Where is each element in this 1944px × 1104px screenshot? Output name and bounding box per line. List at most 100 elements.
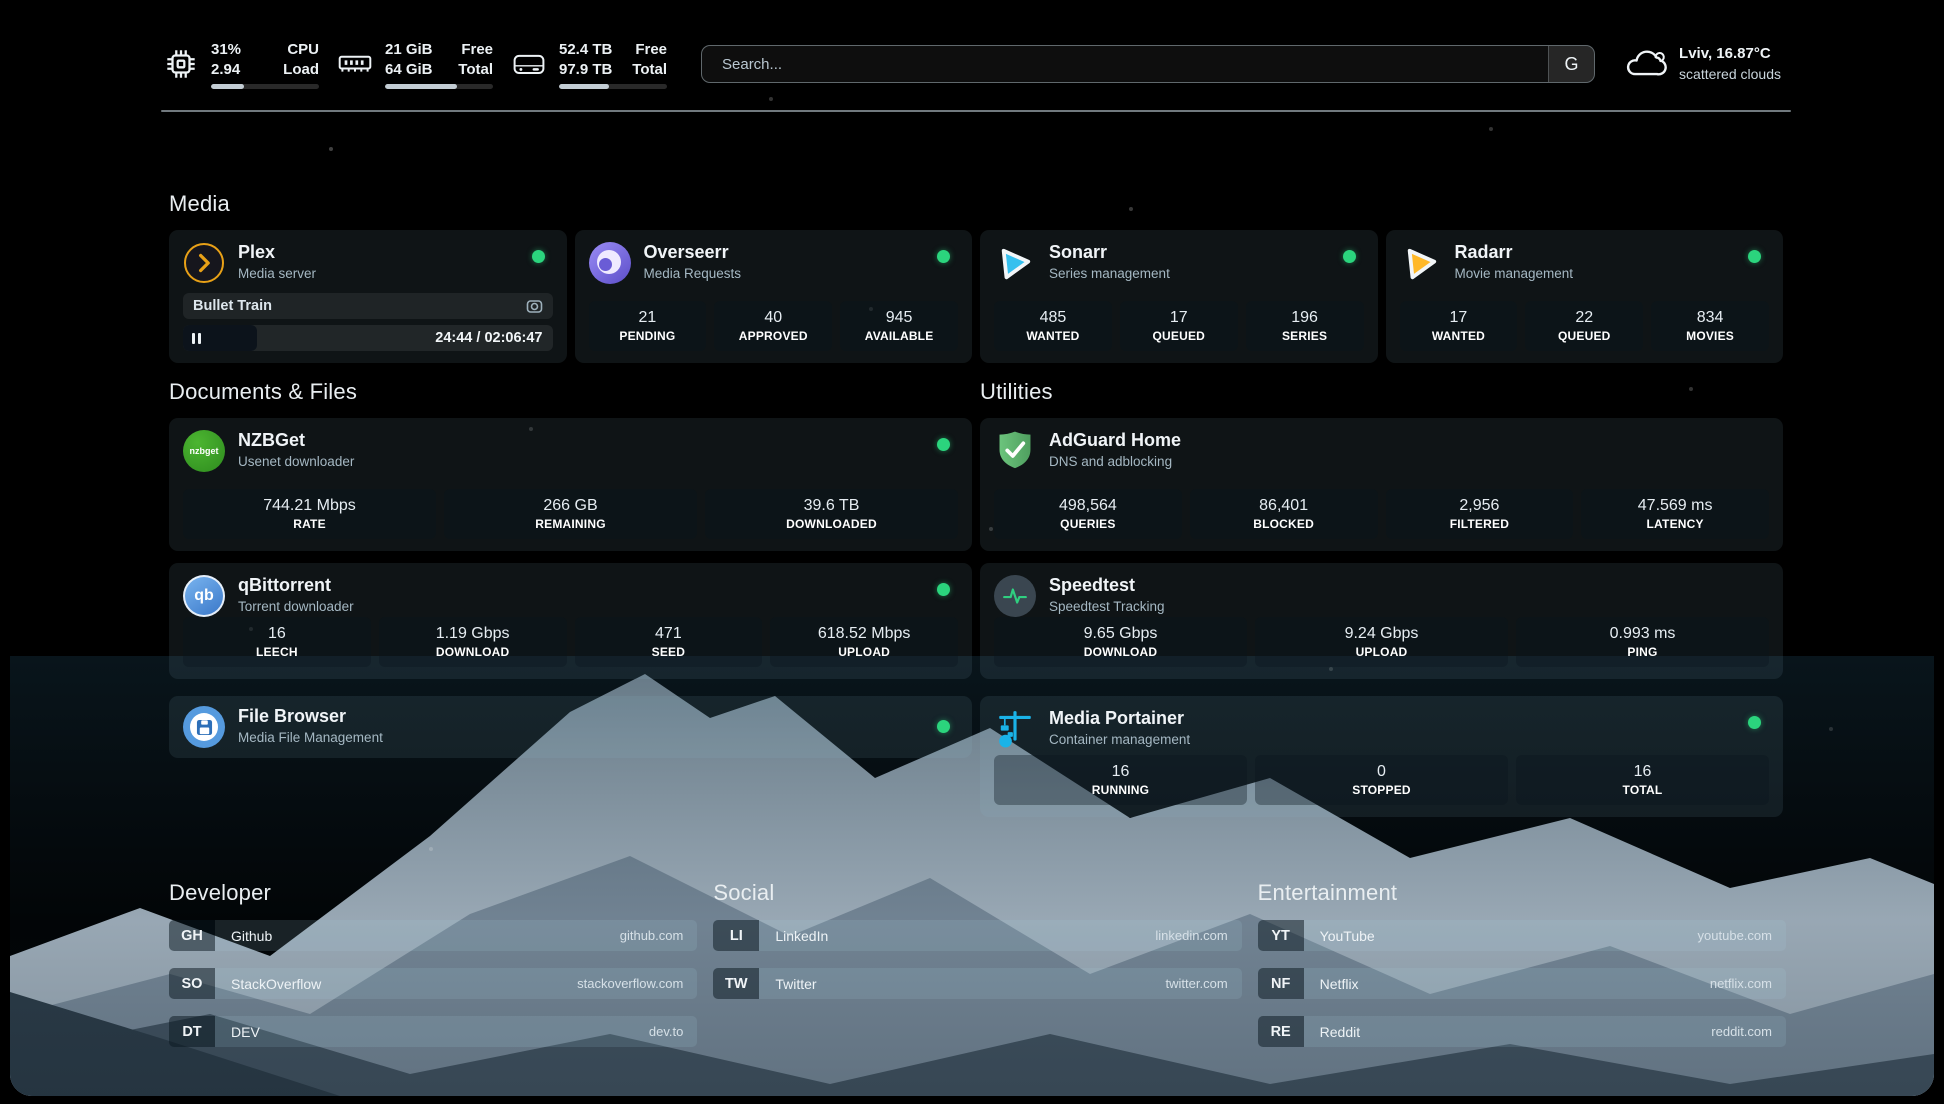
service-title: Radarr: [1455, 242, 1574, 263]
service-description: Media Requests: [644, 263, 742, 284]
disk-total-label: Total: [627, 60, 667, 80]
service-card-speedtest[interactable]: Speedtest Speedtest Tracking 9.65 Gbps D…: [980, 563, 1783, 679]
service-card-overseerr[interactable]: Overseerr Media Requests 21 PENDING 40 A…: [575, 230, 973, 363]
radarr-icon: [1400, 242, 1442, 284]
cpu-load-value: 2.94: [211, 60, 241, 80]
service-card-nzbget[interactable]: nzbget NZBGet Usenet downloader 744.21 M…: [169, 418, 972, 551]
service-description: Movie management: [1455, 263, 1574, 284]
stat-block: 498,564 QUERIES: [994, 489, 1182, 539]
stat-block: 9.65 Gbps DOWNLOAD: [994, 617, 1247, 667]
bookmark-url: reddit.com: [1711, 1024, 1772, 1039]
stat-block: 39.6 TB DOWNLOADED: [705, 489, 958, 539]
camera-icon: [526, 299, 543, 314]
stat-block: 2,956 FILTERED: [1386, 489, 1574, 539]
service-description: Container management: [1049, 729, 1190, 750]
bookmark-abbr: LI: [713, 920, 759, 951]
service-description: DNS and adblocking: [1049, 451, 1181, 472]
bookmark-url: stackoverflow.com: [577, 976, 683, 991]
service-card-qbittorrent[interactable]: qb qBittorrent Torrent downloader 16 LEE…: [169, 563, 972, 679]
disk-meter: [559, 84, 667, 89]
stat-block: 40 APPROVED: [714, 301, 832, 351]
search-input[interactable]: [701, 45, 1595, 83]
service-description: Usenet downloader: [238, 451, 354, 472]
section-documents: Documents & Files nzbget NZBGet Usenet d…: [169, 379, 972, 817]
portainer-icon: [994, 708, 1036, 750]
playback-time: 24:44 / 02:06:47: [435, 325, 542, 351]
memory-total-value: 64 GiB: [385, 60, 433, 80]
cpu-widget: 31% 2.94 CPU Load: [161, 40, 319, 89]
cloud-icon: [1623, 48, 1667, 80]
bookmark-github[interactable]: GH Github github.com: [169, 920, 697, 951]
service-description: Torrent downloader: [238, 596, 354, 617]
service-title: qBittorrent: [238, 575, 354, 596]
top-bar: 31% 2.94 CPU Load: [161, 33, 1781, 95]
bookmark-name: StackOverflow: [231, 976, 577, 992]
section-title-documents: Documents & Files: [169, 379, 972, 405]
service-card-filebrowser[interactable]: File Browser Media File Management: [169, 696, 972, 758]
snow-specks: [10, 8, 12, 10]
bookmark-name: YouTube: [1320, 928, 1698, 944]
overseerr-icon: [589, 242, 631, 284]
speedtest-icon: [994, 575, 1036, 617]
bookmark-linkedin[interactable]: LI LinkedIn linkedin.com: [713, 920, 1241, 951]
stat-block: 17 WANTED: [1400, 301, 1518, 351]
bookmark-group-entertainment: Entertainment YT YouTube youtube.com NF …: [1258, 880, 1786, 1064]
bookmark-abbr: TW: [713, 968, 759, 999]
bookmark-abbr: NF: [1258, 968, 1304, 999]
plex-icon: [183, 242, 225, 284]
playback-progress-bar[interactable]: 24:44 / 02:06:47: [183, 325, 553, 351]
now-playing-row: Bullet Train: [183, 293, 553, 319]
stat-block: 1.19 Gbps DOWNLOAD: [379, 617, 567, 667]
bookmark-abbr: YT: [1258, 920, 1304, 951]
bookmark-name: Netflix: [1320, 976, 1710, 992]
service-card-adguard[interactable]: AdGuard Home DNS and adblocking 498,564 …: [980, 418, 1783, 551]
service-title: AdGuard Home: [1049, 430, 1181, 451]
stat-block: 834 MOVIES: [1651, 301, 1769, 351]
search-provider-button[interactable]: G: [1548, 46, 1594, 82]
bookmark-twitter[interactable]: TW Twitter twitter.com: [713, 968, 1241, 999]
bookmark-name: Twitter: [775, 976, 1165, 992]
service-card-radarr[interactable]: Radarr Movie management 17 WANTED 22 QUE…: [1386, 230, 1784, 363]
memory-free-value: 21 GiB: [385, 40, 433, 60]
stat-block: 16 TOTAL: [1516, 755, 1769, 805]
status-online-dot: [532, 250, 545, 263]
service-card-sonarr[interactable]: Sonarr Series management 485 WANTED 17 Q…: [980, 230, 1378, 363]
playback-elapsed: [183, 325, 257, 351]
disk-widget: 52.4 TB 97.9 TB Free Total: [509, 40, 667, 89]
status-online-dot: [1748, 250, 1761, 263]
weather-widget: Lviv, 16.87°C scattered clouds: [1623, 44, 1781, 84]
stat-block: 744.21 Mbps RATE: [183, 489, 436, 539]
service-title: Plex: [238, 242, 316, 263]
section-media: Media Plex Media server: [169, 191, 1783, 358]
bookmark-netflix[interactable]: NF Netflix netflix.com: [1258, 968, 1786, 999]
bookmark-dev[interactable]: DT DEV dev.to: [169, 1016, 697, 1047]
bookmark-youtube[interactable]: YT YouTube youtube.com: [1258, 920, 1786, 951]
stat-block: 0 STOPPED: [1255, 755, 1508, 805]
section-title-entertainment: Entertainment: [1258, 880, 1786, 906]
cpu-label: CPU: [279, 40, 319, 60]
service-card-portainer[interactable]: Media Portainer Container management 16 …: [980, 696, 1783, 817]
bookmark-stackoverflow[interactable]: SO StackOverflow stackoverflow.com: [169, 968, 697, 999]
cpu-meter: [211, 84, 319, 89]
section-title-utilities: Utilities: [980, 379, 1783, 405]
disk-drive-icon: [509, 50, 549, 78]
load-label: Load: [279, 60, 319, 80]
bookmark-group-social: Social LI LinkedIn linkedin.com TW Twitt…: [713, 880, 1241, 1064]
disk-free-value: 52.4 TB: [559, 40, 612, 60]
now-playing-title: Bullet Train: [193, 298, 526, 314]
service-card-plex[interactable]: Plex Media server Bullet Train: [169, 230, 567, 363]
bookmark-url: dev.to: [649, 1024, 683, 1039]
bookmark-url: linkedin.com: [1155, 928, 1227, 943]
service-description: Media File Management: [238, 727, 383, 748]
stat-block: 21 PENDING: [589, 301, 707, 351]
stat-block: 196 SERIES: [1246, 301, 1364, 351]
bookmark-abbr: SO: [169, 968, 215, 999]
stat-block: 17 QUEUED: [1120, 301, 1238, 351]
memory-meter: [385, 84, 493, 89]
stat-block: 22 QUEUED: [1525, 301, 1643, 351]
bookmark-reddit[interactable]: RE Reddit reddit.com: [1258, 1016, 1786, 1047]
search-bar: G: [701, 45, 1595, 83]
dashboard-panel: 31% 2.94 CPU Load: [10, 8, 1934, 1096]
stat-block: 9.24 Gbps UPLOAD: [1255, 617, 1508, 667]
bookmark-name: LinkedIn: [775, 928, 1155, 944]
